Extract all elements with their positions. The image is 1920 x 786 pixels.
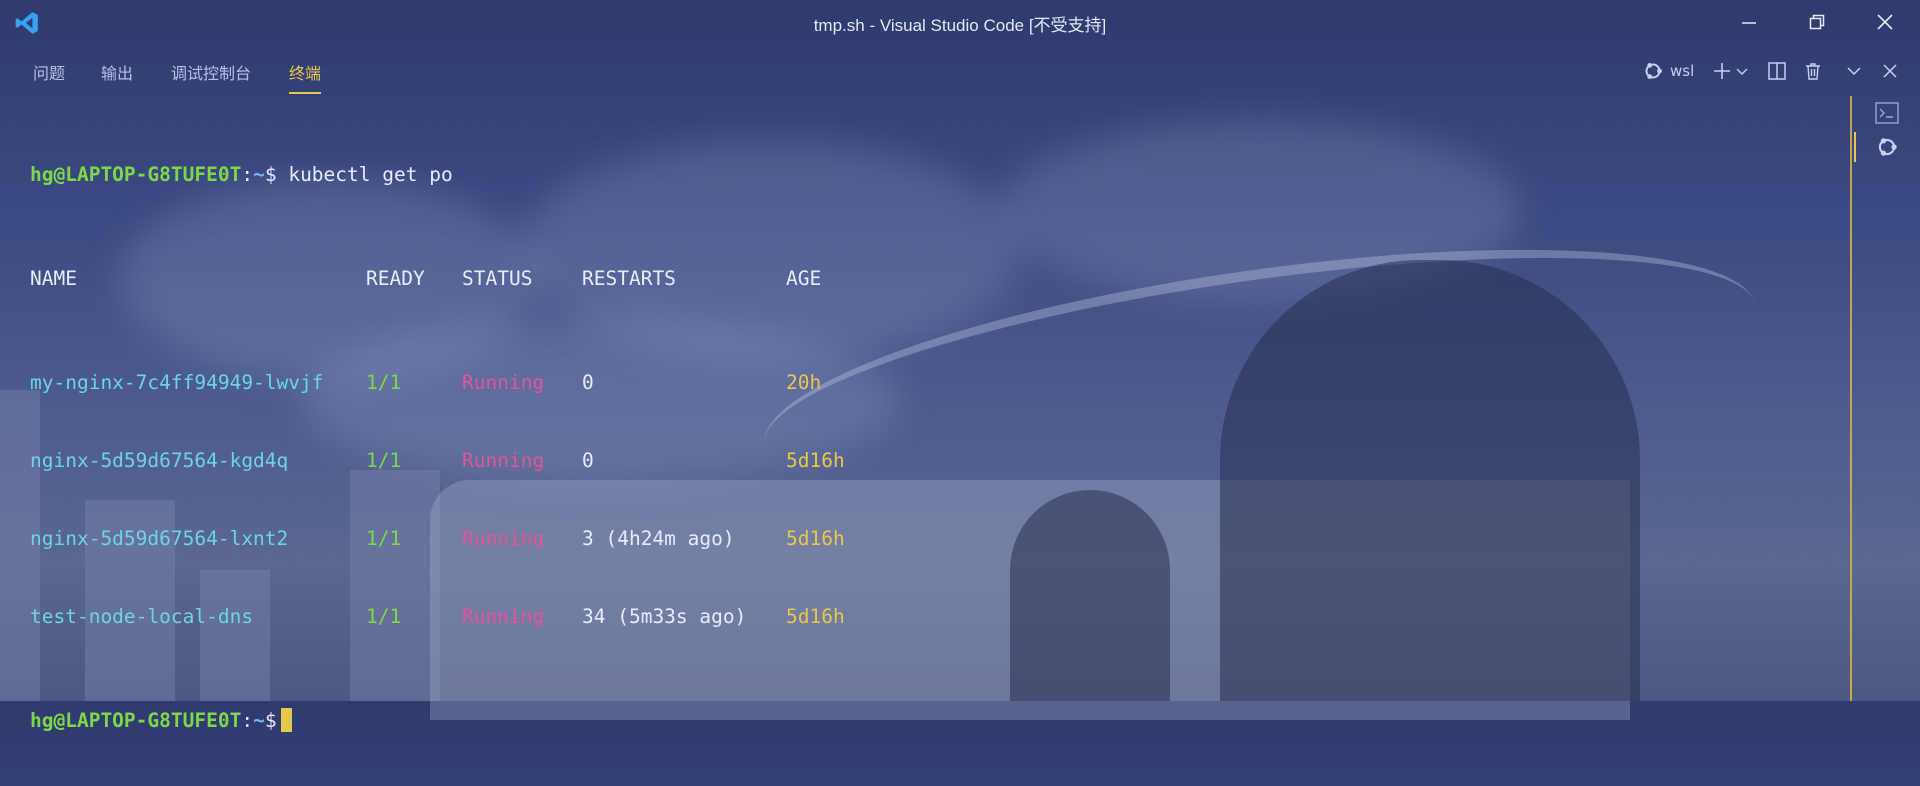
close-icon (1877, 14, 1893, 30)
pod-age: 5d16h (786, 527, 845, 550)
sidebar-border (1850, 96, 1852, 701)
tab-terminal[interactable]: 终端 (289, 60, 322, 94)
pod-restarts: 3 (4h24m ago) (582, 527, 735, 550)
pod-restarts: 0 (582, 449, 594, 472)
column-header-ready: READY (366, 267, 425, 290)
terminal-cursor (280, 708, 292, 732)
title-bar: tmp.sh - Visual Studio Code [不受支持] (0, 0, 1920, 44)
pod-age: 5d16h (786, 605, 845, 628)
table-row: my-nginx-7c4ff94949-lwvjf 1/1 Running 0 … (30, 370, 821, 396)
column-header-name: NAME (30, 267, 77, 290)
prompt-user-host: hg@LAPTOP-G8TUFE0T (30, 163, 242, 186)
pod-ready: 1/1 (366, 449, 402, 472)
pod-restarts: 34 (5m33s ago) (582, 605, 747, 628)
tab-problems[interactable]: 问题 (33, 60, 65, 92)
minimize-button[interactable] (1720, 0, 1778, 44)
minimize-icon (1742, 22, 1756, 24)
launch-profile-button[interactable] (1736, 60, 1748, 82)
terminal-icon (1875, 102, 1899, 124)
pod-restarts: 0 (582, 371, 594, 394)
prompt-line: hg@LAPTOP-G8TUFE0T:~$ (30, 708, 453, 734)
table-row: test-node-local-dns 1/1 Running 34 (5m33… (30, 604, 845, 630)
panel-actions: wsl (1620, 50, 1920, 90)
pod-ready: 1/1 (366, 527, 402, 550)
pod-status: Running (462, 449, 545, 472)
pod-ready: 1/1 (366, 371, 402, 394)
pod-name: nginx-5d59d67564-lxnt2 (30, 527, 289, 550)
pod-name: my-nginx-7c4ff94949-lwvjf (30, 371, 324, 394)
terminal-profile-selector[interactable]: wsl (1642, 60, 1694, 82)
chevron-down-icon (1736, 68, 1748, 75)
terminal-list-item-wsl[interactable] (1854, 132, 1902, 162)
chevron-down-icon (1847, 67, 1861, 76)
pod-age: 20h (786, 371, 822, 394)
split-icon (1768, 62, 1786, 80)
pod-age: 5d16h (786, 449, 845, 472)
terminal-profile-label: wsl (1670, 62, 1695, 80)
plus-icon (1714, 63, 1730, 79)
pod-status: Running (462, 371, 545, 394)
table-row: nginx-5d59d67564-kgd4q 1/1 Running 0 5d1… (30, 448, 845, 474)
prompt-path: ~ (253, 709, 265, 732)
maximize-panel-button[interactable] (1846, 60, 1862, 82)
column-header-status: STATUS (462, 267, 533, 290)
pod-status: Running (462, 605, 545, 628)
pod-name: test-node-local-dns (30, 605, 254, 628)
prompt-user-host: hg@LAPTOP-G8TUFE0T (30, 709, 242, 732)
command-text: kubectl get po (288, 163, 453, 186)
prompt-path: ~ (253, 163, 265, 186)
tab-output[interactable]: 输出 (101, 60, 133, 92)
pod-ready: 1/1 (366, 605, 402, 628)
pod-status: Running (462, 527, 545, 550)
pod-name: nginx-5d59d67564-kgd4q (30, 449, 289, 472)
kill-terminal-button[interactable] (1803, 60, 1823, 82)
table-row: nginx-5d59d67564-lxnt2 1/1 Running 3 (4h… (30, 526, 845, 552)
new-terminal-button[interactable] (1712, 60, 1732, 82)
restore-button[interactable] (1788, 0, 1846, 44)
terminal-output[interactable]: hg@LAPTOP-G8TUFE0T:~$ kubectl get po NAM… (30, 110, 845, 760)
close-icon (1883, 64, 1897, 78)
prompt-line: hg@LAPTOP-G8TUFE0T:~$ kubectl get po (30, 163, 453, 186)
window-title: tmp.sh - Visual Studio Code [不受支持] (813, 16, 1107, 35)
tab-debug-console[interactable]: 调试控制台 (171, 60, 251, 92)
column-header-age: AGE (786, 267, 822, 290)
trash-icon (1806, 63, 1820, 80)
terminal-tabs-sidebar (1850, 96, 1920, 701)
restore-icon (1809, 14, 1825, 30)
ubuntu-icon (1645, 63, 1662, 79)
prompt-symbol: $ (264, 163, 277, 186)
split-terminal-button[interactable] (1767, 60, 1787, 82)
close-window-button[interactable] (1856, 0, 1914, 44)
table-header: NAME READY STATUS RESTARTS AGE (30, 266, 821, 292)
terminal-list-item-shell[interactable] (1872, 98, 1902, 128)
close-panel-button[interactable] (1882, 60, 1898, 82)
ubuntu-icon (1878, 138, 1897, 156)
prompt-symbol: $ (264, 709, 277, 732)
column-header-restarts: RESTARTS (582, 267, 676, 290)
